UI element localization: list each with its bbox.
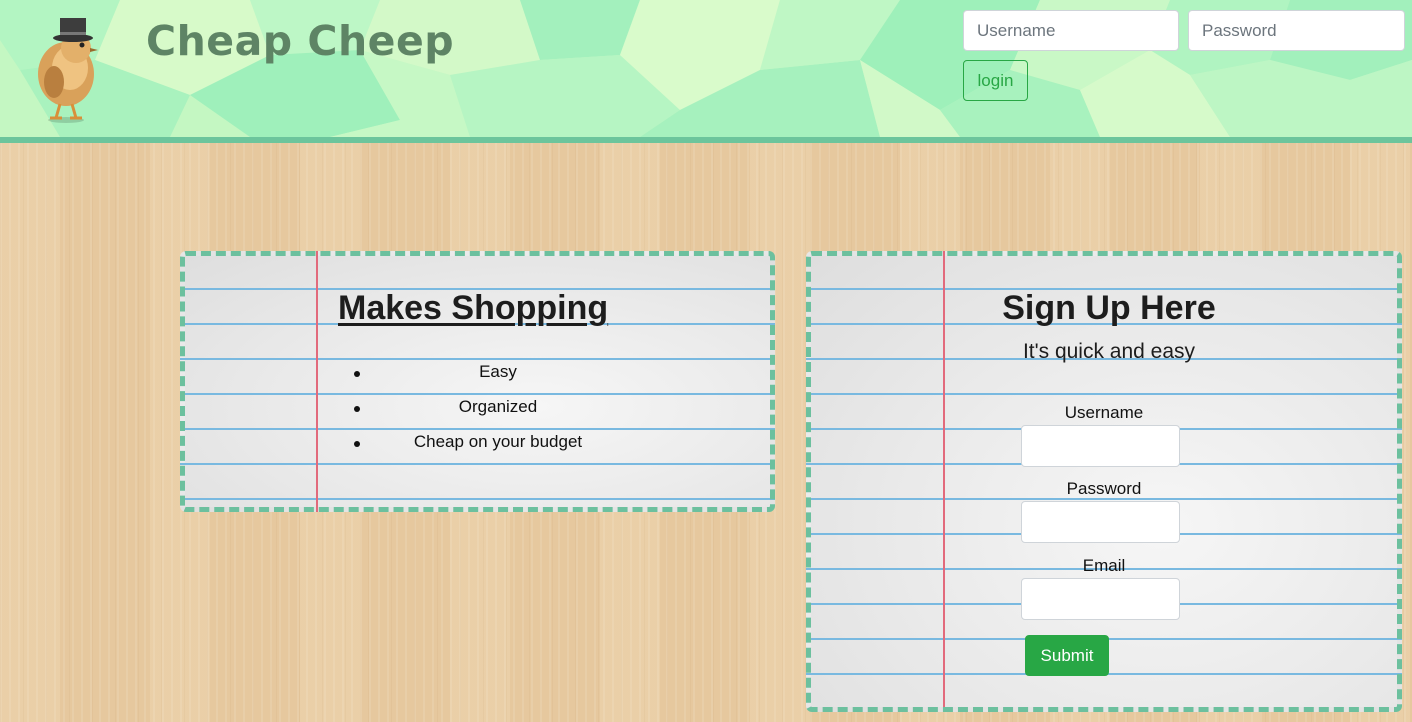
list-item: Easy — [333, 356, 663, 391]
features-card: Makes Shopping Easy Organized Cheap on y… — [180, 251, 775, 512]
signup-username-input[interactable] — [1021, 425, 1180, 467]
signup-password-label: Password — [1066, 479, 1142, 498]
signup-email-label: Email — [1082, 556, 1126, 575]
submit-button[interactable]: Submit — [1025, 635, 1109, 676]
features-list: Easy Organized Cheap on your budget — [333, 356, 663, 461]
features-title: Makes Shopping — [338, 289, 609, 327]
signup-email-input[interactable] — [1021, 578, 1180, 620]
list-item: Cheap on your budget — [333, 426, 663, 461]
site-header: Cheap Cheep login — [0, 0, 1412, 143]
login-button[interactable]: login — [963, 60, 1028, 101]
header-username-input[interactable] — [963, 10, 1179, 51]
signup-password-input[interactable] — [1021, 501, 1180, 543]
signup-card: Sign Up Here It's quick and easy Usernam… — [806, 251, 1402, 712]
signup-subtitle: It's quick and easy — [1022, 340, 1196, 363]
signup-title: Sign Up Here — [1002, 289, 1216, 327]
header-password-input[interactable] — [1188, 10, 1405, 51]
list-item: Organized — [333, 391, 663, 426]
chick-logo — [38, 18, 98, 123]
signup-username-label: Username — [1064, 403, 1144, 422]
site-brand: Cheap Cheep — [146, 17, 455, 65]
